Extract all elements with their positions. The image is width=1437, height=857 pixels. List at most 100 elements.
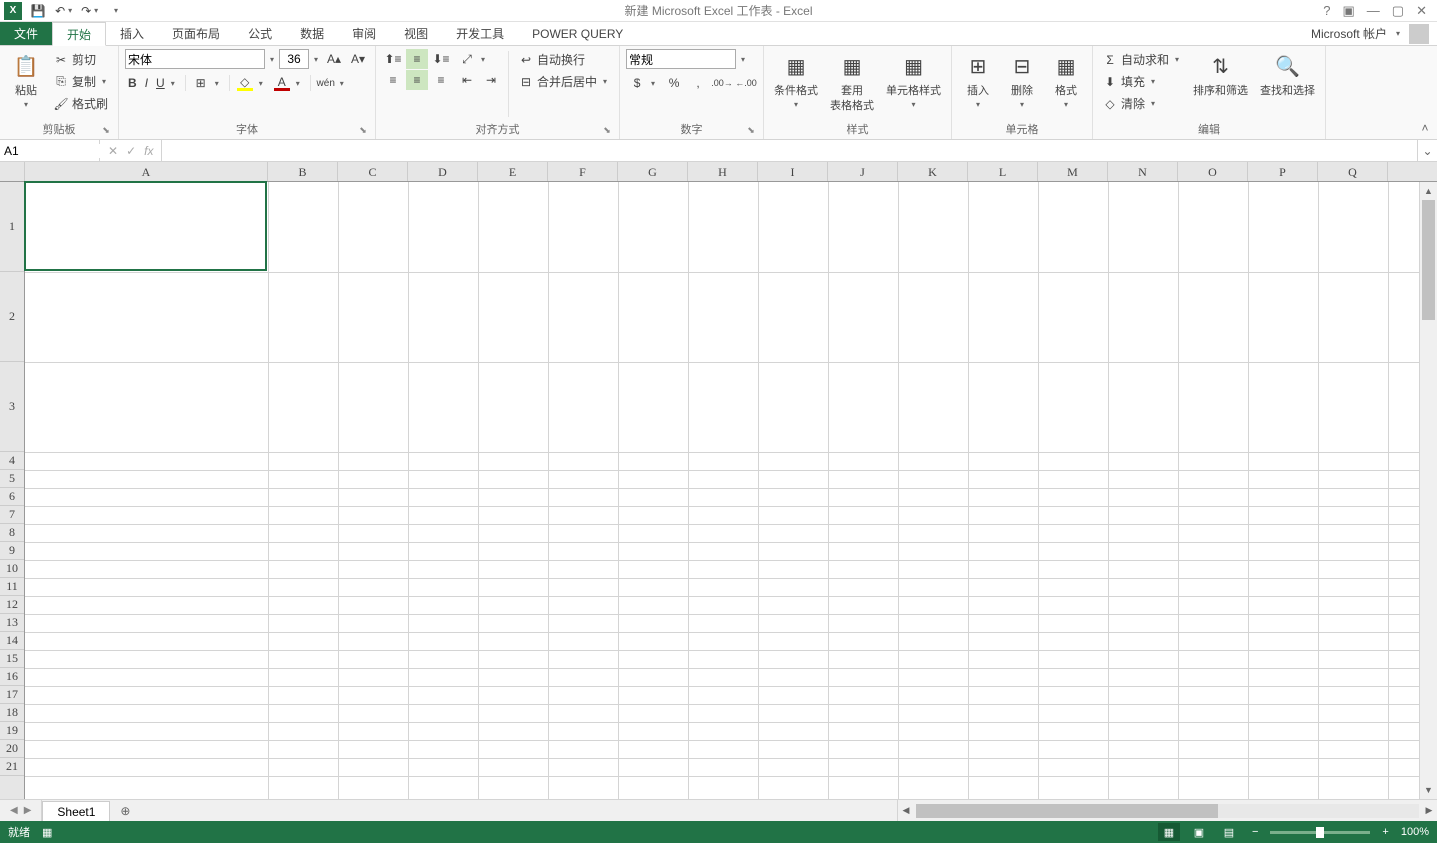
- font-color-button[interactable]: A▾: [271, 73, 306, 93]
- decrease-decimal-button[interactable]: ←.00: [735, 73, 757, 93]
- column-header[interactable]: H: [688, 162, 758, 181]
- help-button[interactable]: ?: [1323, 3, 1330, 19]
- row-header[interactable]: 9: [0, 542, 24, 560]
- row-header[interactable]: 1: [0, 182, 24, 272]
- align-center-button[interactable]: ≡: [406, 70, 428, 90]
- view-normal-button[interactable]: ▦: [1158, 823, 1180, 841]
- row-header[interactable]: 17: [0, 686, 24, 704]
- cell-style-button[interactable]: ▦单元格样式▾: [882, 49, 945, 112]
- border-button[interactable]: ⊞▾: [190, 73, 225, 93]
- zoom-in-button[interactable]: +: [1378, 826, 1392, 838]
- new-sheet-button[interactable]: ⊕: [110, 800, 140, 821]
- column-header[interactable]: I: [758, 162, 828, 181]
- insert-cells-button[interactable]: ⊞插入▾: [958, 49, 998, 112]
- redo-button[interactable]: ↷▾: [80, 1, 100, 21]
- tab-home[interactable]: 开始: [52, 22, 106, 46]
- find-select-button[interactable]: 🔍查找和选择: [1256, 49, 1319, 100]
- dialog-launcher[interactable]: ⬊: [357, 125, 369, 137]
- row-header[interactable]: 3: [0, 362, 24, 452]
- macro-record-icon[interactable]: ▦: [42, 826, 52, 839]
- zoom-out-button[interactable]: −: [1248, 826, 1262, 838]
- column-header[interactable]: N: [1108, 162, 1178, 181]
- chevron-down-icon[interactable]: ▾: [267, 55, 277, 64]
- horizontal-scroll-thumb[interactable]: [916, 804, 1218, 818]
- font-name-select[interactable]: [125, 49, 265, 69]
- tab-formulas[interactable]: 公式: [234, 22, 286, 45]
- column-header[interactable]: Q: [1318, 162, 1388, 181]
- fill-color-button[interactable]: ◇▾: [234, 73, 269, 93]
- select-all-corner[interactable]: [0, 162, 25, 182]
- dialog-launcher[interactable]: ⬊: [601, 125, 613, 137]
- ribbon-display-button[interactable]: ▣: [1343, 3, 1355, 19]
- cancel-formula-button[interactable]: ✕: [108, 144, 118, 158]
- row-header[interactable]: 14: [0, 632, 24, 650]
- row-header[interactable]: 20: [0, 740, 24, 758]
- column-header[interactable]: O: [1178, 162, 1248, 181]
- align-top-button[interactable]: ⬆≡: [382, 49, 404, 69]
- increase-indent-button[interactable]: ⇥: [480, 70, 502, 90]
- tab-data[interactable]: 数据: [286, 22, 338, 45]
- tab-review[interactable]: 审阅: [338, 22, 390, 45]
- zoom-level[interactable]: 100%: [1401, 826, 1429, 838]
- column-header[interactable]: B: [268, 162, 338, 181]
- horizontal-scrollbar[interactable]: ◀ ▶: [897, 800, 1437, 821]
- row-header[interactable]: 5: [0, 470, 24, 488]
- column-header[interactable]: C: [338, 162, 408, 181]
- row-header[interactable]: 21: [0, 758, 24, 776]
- chevron-down-icon[interactable]: ▾: [311, 55, 321, 64]
- align-middle-button[interactable]: ≡: [406, 49, 428, 69]
- column-header[interactable]: J: [828, 162, 898, 181]
- tab-page-layout[interactable]: 页面布局: [158, 22, 234, 45]
- increase-font-button[interactable]: A▴: [323, 49, 345, 69]
- tab-view[interactable]: 视图: [390, 22, 442, 45]
- scroll-right-arrow[interactable]: ▶: [1421, 805, 1437, 816]
- formula-input[interactable]: [162, 140, 1417, 161]
- italic-button[interactable]: I: [142, 74, 151, 92]
- row-header[interactable]: 12: [0, 596, 24, 614]
- expand-formula-bar[interactable]: ⌄: [1417, 140, 1437, 161]
- vertical-scrollbar[interactable]: ▲ ▼: [1419, 182, 1437, 799]
- row-header[interactable]: 16: [0, 668, 24, 686]
- sheet-tab-active[interactable]: Sheet1: [42, 801, 110, 821]
- paste-button[interactable]: 📋 粘贴 ▾: [6, 49, 46, 112]
- collapse-ribbon-button[interactable]: ˄: [1413, 46, 1437, 139]
- row-header[interactable]: 19: [0, 722, 24, 740]
- column-header[interactable]: G: [618, 162, 688, 181]
- column-header[interactable]: F: [548, 162, 618, 181]
- chevron-down-icon[interactable]: ▾: [738, 55, 748, 64]
- column-header[interactable]: D: [408, 162, 478, 181]
- tab-insert[interactable]: 插入: [106, 22, 158, 45]
- hscroll-track[interactable]: [916, 804, 1419, 818]
- column-header[interactable]: E: [478, 162, 548, 181]
- tab-developer[interactable]: 开发工具: [442, 22, 518, 45]
- vertical-scroll-thumb[interactable]: [1422, 200, 1435, 320]
- fx-button[interactable]: fx: [144, 144, 153, 158]
- enter-formula-button[interactable]: ✓: [126, 144, 136, 158]
- align-right-button[interactable]: ≡: [430, 70, 452, 90]
- column-header[interactable]: A: [25, 162, 268, 181]
- account-area[interactable]: Microsoft 帐户 ▾: [1311, 22, 1437, 45]
- decrease-font-button[interactable]: A▾: [347, 49, 369, 69]
- scroll-up-arrow[interactable]: ▲: [1420, 182, 1437, 200]
- customize-qat[interactable]: ▾: [106, 1, 126, 21]
- bold-button[interactable]: B: [125, 74, 140, 92]
- cells-area[interactable]: [25, 182, 1419, 799]
- column-header[interactable]: P: [1248, 162, 1318, 181]
- view-page-layout-button[interactable]: ▣: [1188, 823, 1210, 841]
- fill-button[interactable]: ⬇填充▾: [1099, 71, 1185, 92]
- row-header[interactable]: 15: [0, 650, 24, 668]
- row-header[interactable]: 4: [0, 452, 24, 470]
- column-header[interactable]: L: [968, 162, 1038, 181]
- row-header[interactable]: 13: [0, 614, 24, 632]
- decrease-indent-button[interactable]: ⇤: [456, 70, 478, 90]
- percent-button[interactable]: %: [663, 73, 685, 93]
- dialog-launcher[interactable]: ⬊: [745, 125, 757, 137]
- row-header[interactable]: 6: [0, 488, 24, 506]
- column-header[interactable]: K: [898, 162, 968, 181]
- zoom-slider-thumb[interactable]: [1316, 827, 1324, 838]
- cut-button[interactable]: ✂剪切: [50, 49, 112, 70]
- align-left-button[interactable]: ≡: [382, 70, 404, 90]
- format-cells-button[interactable]: ▦格式▾: [1046, 49, 1086, 112]
- align-bottom-button[interactable]: ⬇≡: [430, 49, 452, 69]
- zoom-slider[interactable]: [1270, 831, 1370, 834]
